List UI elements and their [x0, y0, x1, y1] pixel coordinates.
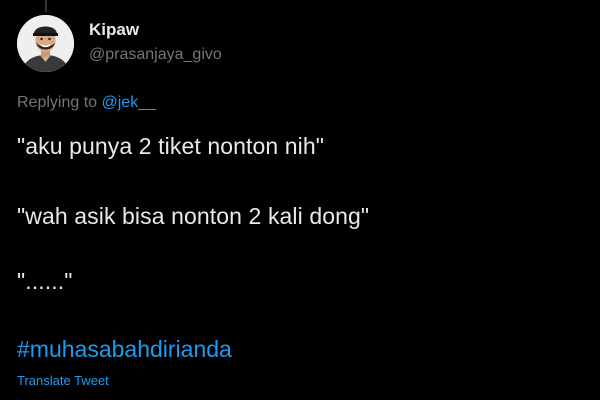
replying-to-prefix: Replying to [17, 94, 102, 111]
tweet-text-line-1: "aku punya 2 tiket nonton nih" [17, 133, 325, 159]
author-display-name[interactable]: Kipaw [89, 20, 139, 40]
thread-connector-line [45, 0, 47, 12]
tweet-text-line-3: "......" [17, 268, 73, 294]
translate-tweet-button[interactable]: Translate Tweet [17, 373, 109, 388]
replying-to-line: Replying to @jek__ [17, 94, 156, 112]
hashtag-link[interactable]: #muhasabahdirianda [17, 336, 232, 363]
author-handle[interactable]: @prasanjaya_givo [89, 46, 222, 64]
profile-photo-icon [17, 15, 74, 72]
tweet-text-line-2: "wah asik bisa nonton 2 kali dong" [17, 203, 370, 229]
avatar[interactable] [17, 15, 74, 72]
reply-mention-link[interactable]: @jek__ [102, 94, 157, 111]
